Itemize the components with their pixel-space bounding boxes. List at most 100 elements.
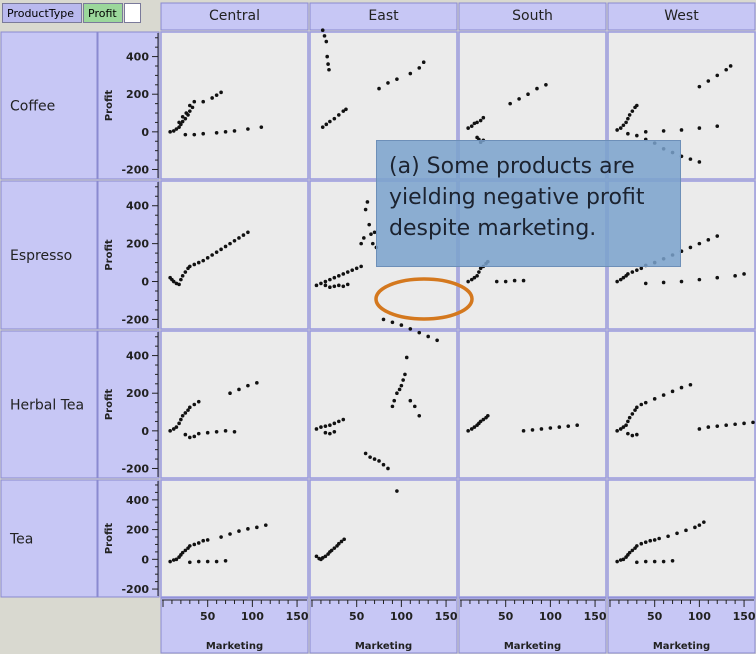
data-point (237, 387, 241, 392)
data-point (259, 125, 264, 129)
data-point (214, 559, 219, 564)
data-point (323, 283, 328, 288)
data-point (241, 233, 246, 237)
data-point (635, 405, 639, 410)
data-point (323, 430, 328, 435)
data-point (223, 559, 228, 563)
data-point (263, 523, 268, 527)
data-point (630, 270, 635, 274)
annotation-callout: (a) Some products are yielding negative … (376, 140, 681, 267)
data-point (363, 207, 368, 212)
data-point (715, 424, 720, 428)
data-point (350, 268, 355, 272)
data-point (332, 429, 337, 434)
data-point (179, 417, 183, 422)
data-point (377, 86, 381, 91)
data-point (327, 67, 331, 72)
y-axis-title: Profit (104, 239, 115, 271)
data-point (219, 247, 223, 252)
data-point (435, 338, 439, 343)
x-axis-title: Marketing (653, 641, 710, 652)
data-point (386, 81, 390, 85)
y-tick-label: 400 (126, 51, 149, 64)
data-point (367, 222, 372, 227)
data-point (742, 421, 746, 426)
data-point (232, 238, 237, 243)
data-point (715, 234, 720, 238)
data-point (494, 279, 499, 284)
data-point (168, 559, 172, 564)
data-point (205, 559, 210, 564)
panel-espresso-central (160, 180, 309, 330)
data-point (408, 327, 413, 331)
data-point (544, 83, 548, 87)
data-point (328, 119, 332, 124)
data-point (626, 419, 630, 424)
data-point (214, 250, 219, 254)
data-point (323, 279, 328, 284)
y-tick-label: 0 (141, 553, 149, 566)
data-point (332, 116, 337, 121)
data-point (341, 284, 346, 289)
data-point (390, 404, 395, 409)
data-point (724, 423, 728, 427)
data-point (395, 77, 399, 81)
data-point (635, 560, 639, 565)
data-point (539, 427, 544, 431)
panel-coffee-central (160, 31, 309, 180)
data-point (627, 415, 632, 420)
data-point (643, 281, 648, 286)
row-header-label: Espresso (10, 248, 72, 264)
panel-herbal-tea-south (458, 330, 607, 479)
data-point (390, 320, 395, 325)
data-point (666, 534, 670, 539)
data-point (370, 241, 375, 246)
x-tick-label: 50 (498, 610, 514, 623)
data-point (314, 427, 319, 431)
data-point (630, 412, 635, 416)
data-point (639, 402, 644, 407)
data-point (326, 62, 330, 66)
data-point (643, 130, 648, 134)
data-point (728, 64, 733, 68)
data-point (188, 109, 192, 113)
data-point (715, 275, 720, 280)
data-point (517, 97, 521, 101)
data-point (697, 126, 702, 130)
data-point (697, 523, 702, 527)
data-point (399, 323, 404, 327)
data-point (697, 427, 702, 431)
data-point (697, 241, 702, 246)
data-point (201, 258, 206, 263)
y-tick-label: -200 (121, 313, 149, 326)
data-point (395, 489, 399, 493)
data-point (205, 256, 210, 260)
data-point (670, 559, 675, 563)
data-point (205, 538, 210, 542)
data-point (466, 429, 470, 433)
x-tick-label: 150 (435, 610, 458, 623)
data-point (626, 431, 630, 436)
viz-canvas: ProductType Profit Central East South West C… (0, 0, 756, 654)
data-point (246, 127, 250, 131)
data-point (679, 385, 684, 390)
data-point (697, 277, 702, 282)
data-point (475, 120, 479, 125)
data-point (535, 86, 539, 91)
y-tick-label: 200 (126, 88, 149, 101)
data-point (469, 124, 474, 128)
data-point (639, 266, 644, 271)
data-point (214, 93, 219, 97)
data-point (477, 270, 481, 274)
data-point (369, 232, 373, 236)
data-point (188, 435, 192, 440)
data-point (332, 421, 337, 426)
data-point (615, 128, 619, 132)
data-point (381, 462, 386, 467)
data-point (733, 422, 737, 427)
data-point (486, 413, 490, 418)
data-point (679, 279, 684, 284)
data-point (219, 90, 223, 95)
data-point (324, 39, 329, 44)
y-axis-title: Profit (104, 523, 115, 555)
